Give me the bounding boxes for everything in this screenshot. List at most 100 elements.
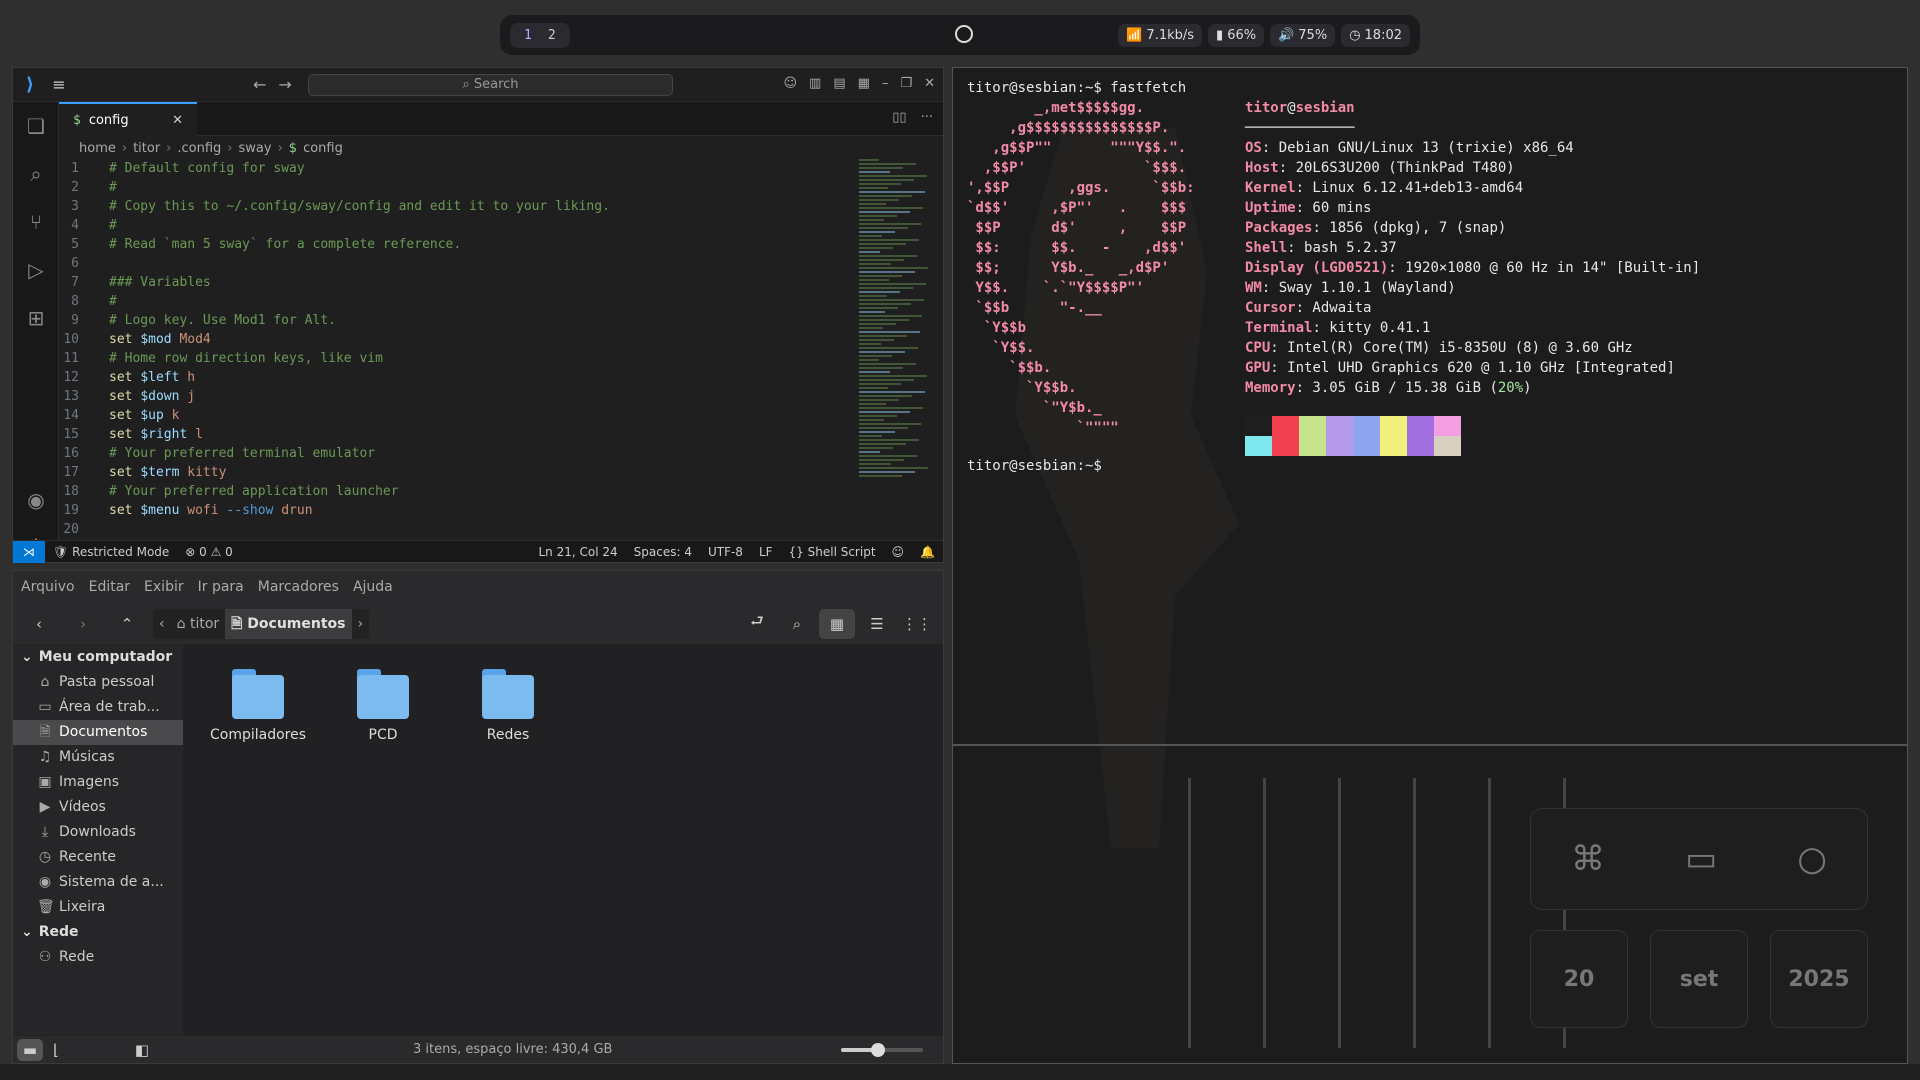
launcher-circle-icon[interactable] bbox=[955, 25, 973, 43]
code-line[interactable]: 14 set $up k bbox=[59, 406, 853, 425]
breadcrumb-item[interactable]: home bbox=[79, 141, 116, 156]
sidebar-item[interactable]: ◉ Sistema de a... bbox=[13, 870, 183, 895]
extensions-icon[interactable]: ⊞ bbox=[13, 294, 59, 342]
code-line[interactable]: 7 ### Variables bbox=[59, 273, 853, 292]
breadcrumb-item[interactable]: config bbox=[303, 141, 343, 156]
path-forward-icon[interactable]: › bbox=[352, 609, 370, 639]
code-line[interactable]: 6 bbox=[59, 254, 853, 273]
layout-panel-icon[interactable]: ▤ bbox=[833, 76, 845, 91]
menu-marcadores[interactable]: Marcadores bbox=[258, 579, 339, 595]
compact-view-icon[interactable]: ⋮⋮ bbox=[899, 609, 935, 639]
list-view-icon[interactable]: ☰ bbox=[859, 609, 895, 639]
code-line[interactable]: 15 set $right l bbox=[59, 425, 853, 444]
menu-ajuda[interactable]: Ajuda bbox=[353, 579, 393, 595]
command-search-input[interactable]: ⌕ Search bbox=[308, 74, 673, 96]
back-button[interactable]: ‹ bbox=[21, 609, 57, 639]
sidebar-item[interactable]: ▣ Imagens bbox=[13, 770, 183, 795]
tab-close-icon[interactable]: ✕ bbox=[172, 113, 183, 128]
problems-indicator[interactable]: ⊗ 0 ⚠ 0 bbox=[177, 545, 241, 559]
network-indicator[interactable]: 📶 7.1kb/s bbox=[1118, 23, 1203, 47]
folder-item[interactable]: Redes bbox=[453, 669, 563, 743]
code-line[interactable]: 19 set $menu wofi --show drun bbox=[59, 501, 853, 520]
command-icon[interactable]: ⌘ bbox=[1571, 839, 1605, 879]
folder-item[interactable]: PCD bbox=[328, 669, 438, 743]
code-line[interactable]: 12 set $left h bbox=[59, 368, 853, 387]
zoom-knob[interactable] bbox=[870, 1043, 885, 1057]
breadcrumb-item[interactable]: sway bbox=[239, 141, 272, 156]
icon-view-icon[interactable]: ▦ bbox=[819, 608, 855, 639]
code-line[interactable]: 5 # Read `man 5 sway` for a complete refe… bbox=[59, 235, 853, 254]
account-icon[interactable]: ◉ bbox=[13, 476, 59, 524]
toggle-location-icon[interactable]: ⮐ bbox=[739, 609, 775, 639]
path-segment-current[interactable]: 🗎 Documentos bbox=[225, 608, 352, 639]
code-editor[interactable]: 1 # Default config for sway 2 #3 # Copy this… bbox=[59, 159, 853, 540]
workspace-2[interactable]: 2 bbox=[542, 26, 562, 45]
sidebar-section-header[interactable]: ⌄ Meu computador bbox=[13, 645, 183, 670]
show-tree-icon[interactable]: ⌊ bbox=[43, 1039, 69, 1061]
up-button[interactable]: ⌃ bbox=[109, 609, 145, 639]
minimap[interactable] bbox=[859, 159, 929, 539]
sidebar-item[interactable]: 🗎 Documentos bbox=[13, 720, 183, 745]
sidebar-item[interactable]: ▭ Área de trab... bbox=[13, 695, 183, 720]
clock[interactable]: ◷ 18:02 bbox=[1341, 23, 1410, 47]
minimize-icon[interactable]: – bbox=[882, 76, 889, 91]
back-arrow-icon[interactable]: ← bbox=[253, 75, 266, 94]
code-line[interactable]: 9 # Logo key. Use Mod1 for Alt. bbox=[59, 311, 853, 330]
battery-indicator[interactable]: ▮ 66% bbox=[1208, 23, 1265, 47]
sidebar-item[interactable]: ⌂ Pasta pessoal bbox=[13, 670, 183, 695]
workspace-1[interactable]: 1 bbox=[518, 26, 538, 45]
language-mode[interactable]: {} Shell Script bbox=[781, 545, 884, 559]
cursor-position[interactable]: Ln 21, Col 24 bbox=[530, 545, 625, 559]
path-back-icon[interactable]: ‹ bbox=[153, 609, 171, 639]
encoding-setting[interactable]: UTF-8 bbox=[700, 545, 751, 559]
folder-view[interactable]: Compiladores PCD Redes bbox=[183, 645, 943, 1035]
code-line[interactable]: 17 set $term kitty bbox=[59, 463, 853, 482]
code-line[interactable]: 11 # Home row direction keys, like vim bbox=[59, 349, 853, 368]
close-icon[interactable]: ✕ bbox=[924, 76, 935, 91]
breadcrumb-item[interactable]: .config bbox=[177, 141, 221, 156]
source-control-icon[interactable]: ⑂ bbox=[13, 198, 59, 246]
hamburger-menu-icon[interactable]: ≡ bbox=[47, 75, 71, 94]
volume-indicator[interactable]: 🔊 75% bbox=[1270, 23, 1336, 47]
code-line[interactable]: 3 # Copy this to ~/.config/sway/config an… bbox=[59, 197, 853, 216]
code-line[interactable]: 2 # bbox=[59, 178, 853, 197]
run-debug-icon[interactable]: ▷ bbox=[13, 246, 59, 294]
code-line[interactable]: 10 set $mod Mod4 bbox=[59, 330, 853, 349]
folder-item[interactable]: Compiladores bbox=[203, 669, 313, 743]
explorer-icon[interactable]: ❏ bbox=[13, 102, 59, 150]
folder-icon[interactable]: ▭ bbox=[1685, 839, 1717, 879]
sidebar-item[interactable]: ▶ Vídeos bbox=[13, 795, 183, 820]
code-line[interactable]: 8 # bbox=[59, 292, 853, 311]
path-segment-home[interactable]: ⌂ titor bbox=[171, 609, 226, 639]
show-places-icon[interactable]: ▬ bbox=[17, 1038, 43, 1061]
maximize-icon[interactable]: ❐ bbox=[900, 76, 912, 91]
zoom-slider[interactable] bbox=[841, 1043, 923, 1057]
sidebar-item[interactable]: ⤓ Downloads bbox=[13, 820, 183, 845]
search-icon[interactable]: ⌕ bbox=[779, 609, 815, 639]
notifications-bell-icon[interactable]: 🔔 bbox=[912, 545, 943, 559]
code-line[interactable]: 20 bbox=[59, 520, 853, 539]
menu-arquivo[interactable]: Arquivo bbox=[21, 579, 75, 595]
menu-exibir[interactable]: Exibir bbox=[144, 579, 184, 595]
eol-setting[interactable]: LF bbox=[751, 545, 781, 559]
terminal-window[interactable]: titor@sesbian:~$ fastfetch _,met$$$$$gg.… bbox=[952, 67, 1908, 1064]
sidebar-item[interactable]: ⚇ Rede bbox=[13, 945, 183, 970]
remote-indicator-icon[interactable]: ⋊ bbox=[13, 540, 45, 563]
sidebar-section-header[interactable]: ⌄ Rede bbox=[13, 920, 183, 945]
code-line[interactable]: 16 # Your preferred terminal emulator bbox=[59, 444, 853, 463]
breadcrumb-item[interactable]: titor bbox=[133, 141, 160, 156]
circle-icon[interactable]: ○ bbox=[1797, 839, 1827, 879]
layout-secondary-icon[interactable]: ▦ bbox=[858, 76, 870, 91]
code-line[interactable]: 4 # bbox=[59, 216, 853, 235]
split-editor-icon[interactable]: ▯▯ bbox=[892, 110, 906, 125]
sidebar-item[interactable]: ♫ Músicas bbox=[13, 745, 183, 770]
menu-ir-para[interactable]: Ir para bbox=[198, 579, 244, 595]
copilot-icon[interactable]: ☺ bbox=[783, 76, 797, 91]
code-line[interactable]: 13 set $down j bbox=[59, 387, 853, 406]
code-line[interactable]: 1 # Default config for sway bbox=[59, 159, 853, 178]
restricted-mode-indicator[interactable]: 🛡 Restricted Mode bbox=[45, 545, 177, 559]
toggle-sidebar-icon[interactable]: ◧ bbox=[129, 1039, 155, 1061]
menu-editar[interactable]: Editar bbox=[89, 579, 130, 595]
tab-config[interactable]: $ config ✕ bbox=[59, 102, 197, 136]
code-line[interactable]: 18 # Your preferred application launcher bbox=[59, 482, 853, 501]
